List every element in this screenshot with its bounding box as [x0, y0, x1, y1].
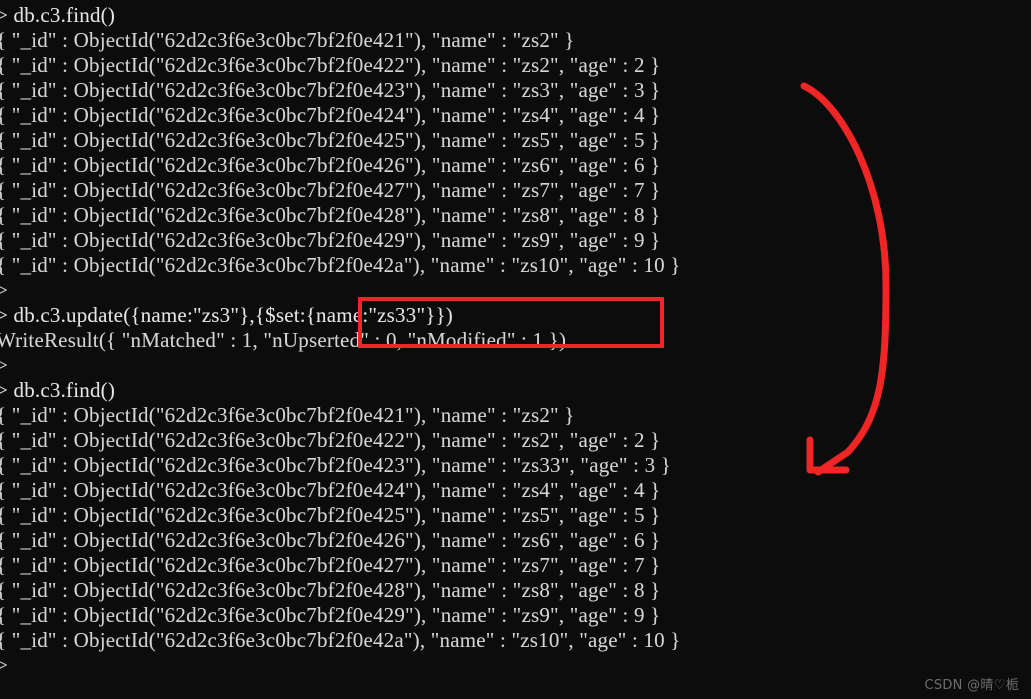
console-line: { "_id" : ObjectId("62d2c3f6e3c0bc7bf2f0…	[0, 253, 681, 277]
console-line: >	[0, 653, 9, 677]
console-output[interactable]: > db.c3.find(){ "_id" : ObjectId("62d2c3…	[0, 0, 1031, 678]
console-line: { "_id" : ObjectId("62d2c3f6e3c0bc7bf2f0…	[0, 128, 661, 152]
console-line: > db.c3.update({name:"zs3"},{$set:{name:…	[0, 303, 453, 327]
console-line: { "_id" : ObjectId("62d2c3f6e3c0bc7bf2f0…	[0, 228, 661, 252]
console-line: { "_id" : ObjectId("62d2c3f6e3c0bc7bf2f0…	[0, 53, 661, 77]
console-line: { "_id" : ObjectId("62d2c3f6e3c0bc7bf2f0…	[0, 628, 681, 652]
console-line: { "_id" : ObjectId("62d2c3f6e3c0bc7bf2f0…	[0, 203, 661, 227]
console-line: { "_id" : ObjectId("62d2c3f6e3c0bc7bf2f0…	[0, 478, 661, 502]
console-line: >	[0, 353, 9, 377]
console-line: { "_id" : ObjectId("62d2c3f6e3c0bc7bf2f0…	[0, 578, 661, 602]
console-line: > db.c3.find()	[0, 378, 116, 402]
console-line: { "_id" : ObjectId("62d2c3f6e3c0bc7bf2f0…	[0, 153, 661, 177]
console-line: { "_id" : ObjectId("62d2c3f6e3c0bc7bf2f0…	[0, 428, 661, 452]
console-line: { "_id" : ObjectId("62d2c3f6e3c0bc7bf2f0…	[0, 528, 661, 552]
console-line: >	[0, 278, 9, 302]
csdn-watermark: CSDN @晴♡栀	[924, 678, 1019, 693]
console-line: { "_id" : ObjectId("62d2c3f6e3c0bc7bf2f0…	[0, 178, 661, 202]
console-line: { "_id" : ObjectId("62d2c3f6e3c0bc7bf2f0…	[0, 403, 575, 427]
console-line: { "_id" : ObjectId("62d2c3f6e3c0bc7bf2f0…	[0, 103, 661, 127]
console-line: { "_id" : ObjectId("62d2c3f6e3c0bc7bf2f0…	[0, 503, 661, 527]
console-line: { "_id" : ObjectId("62d2c3f6e3c0bc7bf2f0…	[0, 78, 661, 102]
console-line: { "_id" : ObjectId("62d2c3f6e3c0bc7bf2f0…	[0, 553, 661, 577]
terminal-window: > db.c3.find(){ "_id" : ObjectId("62d2c3…	[0, 0, 1031, 699]
console-line: WriteResult({ "nMatched" : 1, "nUpserted…	[0, 328, 567, 352]
console-line: { "_id" : ObjectId("62d2c3f6e3c0bc7bf2f0…	[0, 603, 661, 627]
console-line: { "_id" : ObjectId("62d2c3f6e3c0bc7bf2f0…	[0, 28, 575, 52]
console-line: > db.c3.find()	[0, 3, 116, 27]
console-line: { "_id" : ObjectId("62d2c3f6e3c0bc7bf2f0…	[0, 453, 672, 477]
